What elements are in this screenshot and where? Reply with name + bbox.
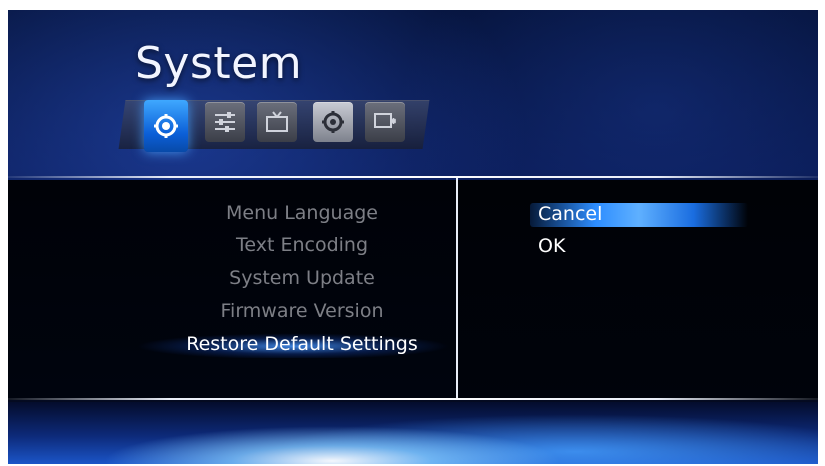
menu-item-restore-default-settings[interactable]: Restore Default Settings: [8, 333, 456, 355]
menu-item-firmware-version[interactable]: Firmware Version: [8, 300, 456, 322]
system-settings-screen: System Menu Language Text Encoding Syste…: [8, 10, 818, 464]
top-divider: [8, 176, 818, 178]
ok-option[interactable]: OK: [538, 235, 565, 257]
bottom-divider: [8, 398, 818, 400]
settings-sliders-icon[interactable]: [205, 102, 245, 142]
page-title: System: [135, 38, 303, 89]
system-gear-icon[interactable]: [144, 100, 188, 152]
panel-divider: [456, 178, 458, 400]
menu-item-text-encoding[interactable]: Text Encoding: [8, 234, 456, 256]
tv-icon[interactable]: [257, 102, 297, 142]
gear-icon[interactable]: [313, 102, 353, 142]
cancel-option[interactable]: Cancel: [538, 203, 602, 225]
bottom-swoosh-decoration: [8, 402, 818, 464]
menu-item-menu-language[interactable]: Menu Language: [8, 202, 456, 224]
menu-item-system-update[interactable]: System Update: [8, 267, 456, 289]
display-sparkle-icon[interactable]: [365, 102, 405, 142]
